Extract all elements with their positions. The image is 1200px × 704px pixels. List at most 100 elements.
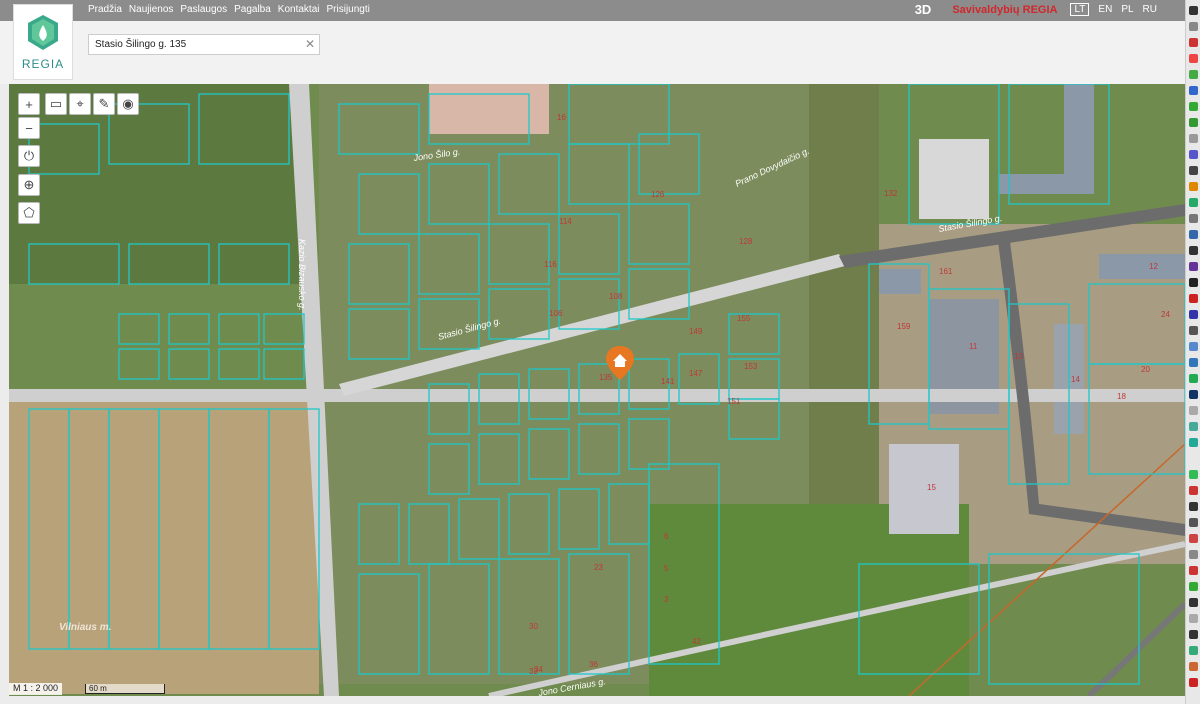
logo-text: REGIA [21, 57, 65, 71]
strip-app-icon[interactable] [1189, 214, 1198, 223]
strip-app-icon[interactable] [1189, 678, 1198, 687]
strip-app-icon[interactable] [1189, 582, 1198, 591]
strip-app-icon[interactable] [1189, 374, 1198, 383]
locate-icon[interactable]: ⊕ [18, 174, 40, 196]
parcel-label: 3 [664, 595, 669, 604]
city-label-vilniaus: Vilniaus m. [59, 622, 111, 633]
strip-app-icon[interactable] [1189, 230, 1198, 239]
lang-lt[interactable]: LT [1070, 3, 1090, 16]
parcel-label: 128 [739, 237, 753, 246]
strip-app-icon[interactable] [1189, 294, 1198, 303]
strip-app-icon[interactable] [1189, 406, 1198, 415]
strip-app-icon[interactable] [1189, 134, 1198, 143]
lang-en[interactable]: EN [1098, 4, 1112, 15]
strip-app-icon[interactable] [1189, 470, 1198, 479]
edit-icon[interactable]: ✎ [93, 93, 115, 115]
parcel-label: 151 [727, 397, 741, 406]
scale-bar: 60 m [85, 684, 165, 694]
lang-pl[interactable]: PL [1121, 4, 1133, 15]
parcel-label: 126 [651, 190, 665, 199]
parcel-label: 106 [549, 309, 563, 318]
strip-app-icon[interactable] [1189, 150, 1198, 159]
strip-app-icon[interactable] [1189, 422, 1198, 431]
parcel-label: 132 [884, 189, 898, 198]
strip-app-icon[interactable] [1189, 614, 1198, 623]
strip-app-icon[interactable] [1189, 630, 1198, 639]
strip-app-icon[interactable] [1189, 166, 1198, 175]
parcel-label: 116 [544, 260, 557, 269]
strip-app-icon[interactable] [1189, 598, 1198, 607]
street-label-bizausko: Kazio Bizausko g. [297, 239, 307, 311]
strip-app-icon[interactable] [1189, 54, 1198, 63]
marker-icon[interactable]: ⌖ [69, 93, 91, 115]
strip-app-icon[interactable] [1189, 486, 1198, 495]
strip-app-icon[interactable] [1189, 646, 1198, 655]
strip-app-icon[interactable] [1189, 326, 1198, 335]
zoom-in-icon[interactable]: + [18, 93, 40, 115]
logo[interactable]: REGIA [13, 4, 73, 80]
parcel-label: 24 [1161, 310, 1170, 319]
strip-app-icon[interactable] [1189, 198, 1198, 207]
close-icon[interactable]: ✕ [305, 37, 315, 51]
strip-app-icon[interactable] [1189, 566, 1198, 575]
parcel-label: 11 [969, 342, 978, 351]
nav-login[interactable]: Prisijungti [327, 4, 370, 15]
nav-services[interactable]: Paslaugos [180, 4, 227, 15]
parcel-label: 6 [664, 532, 669, 541]
map-canvas[interactable]: Stasio Šilingo g. Jono Šilo g. Prano Dov… [9, 84, 1185, 696]
power-icon[interactable]: ⏻ [18, 145, 40, 167]
brand-title: Savivaldybių REGIA [952, 3, 1058, 16]
target-icon[interactable]: ◉ [117, 93, 139, 115]
map-imagery: Stasio Šilingo g. Jono Šilo g. Prano Dov… [9, 84, 1185, 696]
parcel-label: 141 [661, 377, 675, 386]
strip-app-icon[interactable] [1189, 38, 1198, 47]
view-3d-button[interactable]: 3D [915, 2, 932, 17]
parcel-label: 108 [609, 292, 623, 301]
strip-app-icon[interactable] [1189, 86, 1198, 95]
strip-app-icon[interactable] [1189, 342, 1198, 351]
parcel-label: 5 [664, 564, 669, 573]
strip-app-icon[interactable] [1189, 246, 1198, 255]
zoom-out-icon[interactable]: − [18, 117, 40, 139]
parcel-label: 23 [594, 563, 603, 572]
browser-side-strip [1185, 0, 1200, 704]
parcel-label: 149 [689, 327, 703, 336]
strip-app-icon[interactable] [1189, 662, 1198, 671]
strip-app-icon[interactable] [1189, 358, 1198, 367]
strip-app-icon[interactable] [1189, 70, 1198, 79]
nav-help[interactable]: Pagalba [234, 4, 271, 15]
strip-app-icon[interactable] [1189, 278, 1198, 287]
strip-app-icon[interactable] [1189, 550, 1198, 559]
parcel-label: 147 [689, 369, 703, 378]
lang-ru[interactable]: RU [1143, 4, 1157, 15]
regia-logo-icon [28, 15, 58, 50]
nav-contacts[interactable]: Kontaktai [278, 4, 320, 15]
parcel-label: 135 [599, 373, 613, 382]
parcel-label: 20 [1141, 365, 1150, 374]
top-navigation: Pradžia Naujienos Paslaugos Pagalba Kont… [88, 4, 370, 15]
strip-app-icon[interactable] [1189, 102, 1198, 111]
strip-app-icon[interactable] [1189, 22, 1198, 31]
strip-app-icon[interactable] [1189, 518, 1198, 527]
polygon-icon[interactable]: ⬠ [18, 202, 40, 224]
parcel-label: 42 [692, 637, 701, 646]
strip-app-icon[interactable] [1189, 390, 1198, 399]
strip-app-icon[interactable] [1189, 182, 1198, 191]
top-right-controls: 3D Savivaldybių REGIA LT EN PL RU [915, 2, 1157, 17]
strip-app-icon[interactable] [1189, 534, 1198, 543]
strip-app-icon[interactable] [1189, 438, 1198, 447]
strip-app-icon[interactable] [1189, 502, 1198, 511]
strip-app-icon[interactable] [1189, 310, 1198, 319]
nav-home[interactable]: Pradžia [88, 4, 122, 15]
parcel-label: 18 [1117, 392, 1126, 401]
strip-app-icon[interactable] [1189, 118, 1198, 127]
scale-ratio: M 1 : 2 000 [9, 683, 63, 695]
parcel-label: 155 [737, 314, 751, 323]
parcel-label: 36 [589, 660, 598, 669]
strip-app-icon[interactable] [1189, 262, 1198, 271]
nav-news[interactable]: Naujienos [129, 4, 173, 15]
parcel-label: 13 [1014, 352, 1023, 361]
search-input[interactable]: Stasio Šilingo g. 135 ✕ [88, 34, 320, 55]
measure-icon[interactable]: ▭ [45, 93, 67, 115]
strip-app-icon[interactable] [1189, 6, 1198, 15]
